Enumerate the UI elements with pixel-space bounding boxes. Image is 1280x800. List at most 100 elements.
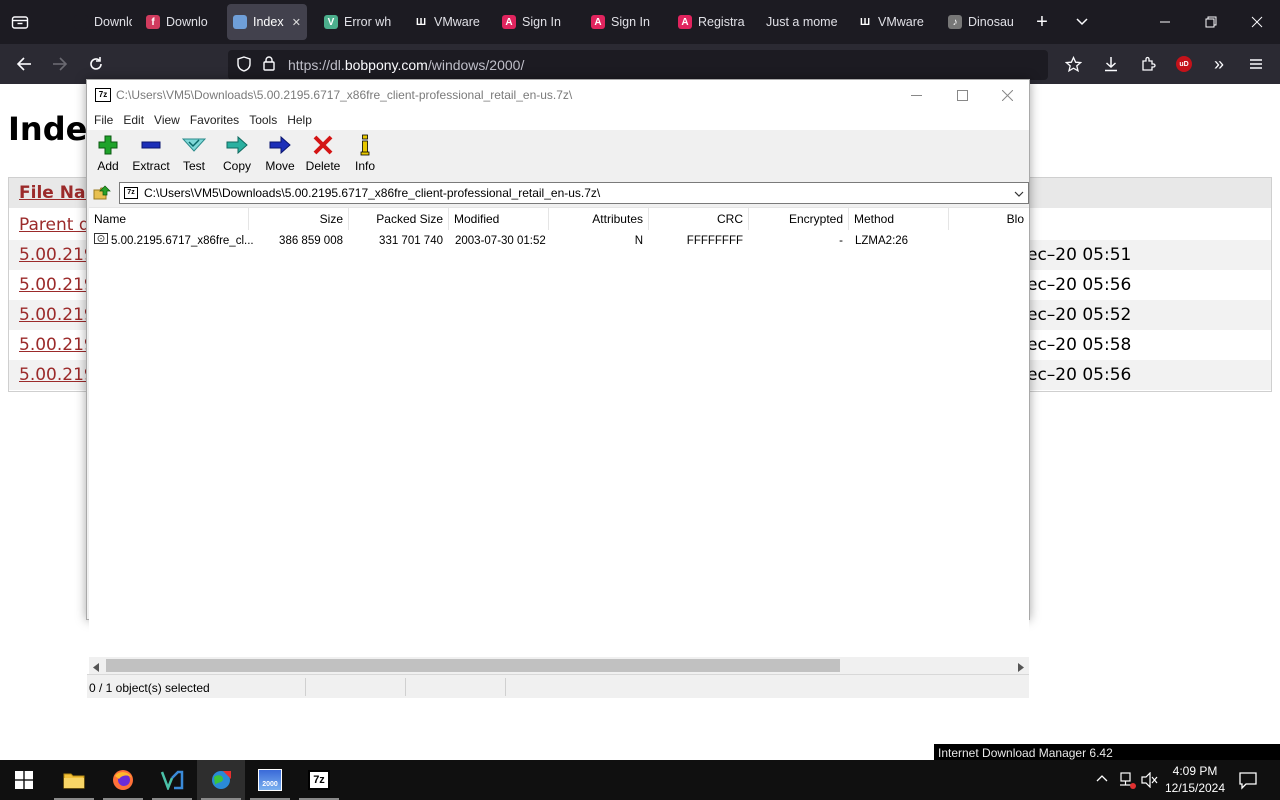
add-button[interactable]: Add [87,134,129,176]
new-tab-icon[interactable]: + [1030,10,1054,34]
listing-link[interactable]: 5.00.219 [19,275,95,295]
tab-8[interactable]: A Registra [672,4,756,40]
windows-2000-icon: 2000 [258,769,282,791]
idm-globe-icon [212,771,231,789]
windows-logo-icon [15,771,33,789]
tab-favicon-icon: A [591,15,605,29]
hamburger-menu-icon[interactable] [1243,52,1269,76]
sevenzip-taskbar-button[interactable]: 7z [295,760,343,800]
column-method[interactable]: Method [849,208,949,230]
menu-file[interactable]: File [94,113,113,127]
tab-favicon-icon: ♪ [948,15,962,29]
lock-icon[interactable] [263,56,281,74]
tab-1[interactable]: Downlo [68,4,132,40]
scroll-left-icon[interactable] [93,661,100,675]
tab-11[interactable]: ♪ Dinosau [942,4,1026,40]
idm-taskbar-button[interactable] [197,760,245,800]
ublock-icon[interactable]: uD [1171,52,1197,76]
tab-4[interactable]: V Error wh [318,4,402,40]
column-encrypted[interactable]: Encrypted [749,208,849,230]
tab-6[interactable]: A Sign In [496,4,580,40]
column-attributes[interactable]: Attributes [549,208,649,230]
notifications-icon[interactable] [1238,770,1258,793]
listing-link[interactable]: 5.00.219 [19,245,95,265]
listing-link[interactable]: 5.00.219 [19,365,95,385]
listing-date: ec–20 05:56 [1027,365,1132,385]
volume-muted-icon[interactable] [1140,771,1158,791]
column-packed-size[interactable]: Packed Size [349,208,449,230]
menu-edit[interactable]: Edit [123,113,144,127]
column-block[interactable]: Blo [949,208,1029,230]
menu-favorites[interactable]: Favorites [190,113,239,127]
horizontal-scrollbar[interactable] [89,657,1029,674]
tab-favicon-icon [233,15,247,29]
listing-link[interactable]: 5.00.219 [19,335,95,355]
sevenzip-status-bar: 0 / 1 object(s) selected [87,674,1029,698]
scrollbar-thumb[interactable] [106,659,840,672]
tab-label: Registra [698,15,745,29]
bookmark-star-icon[interactable] [1060,52,1086,76]
tab-overview-icon[interactable] [8,10,32,34]
column-modified[interactable]: Modified [449,208,549,230]
windows-2000-taskbar-button[interactable]: 2000 [246,760,294,800]
sevenzip-window-title: C:\Users\VM5\Downloads\5.00.2195.6717_x8… [116,88,573,102]
tab-list-chevron-icon[interactable] [1070,10,1094,34]
copy-arrow-icon [226,135,248,155]
close-icon[interactable] [984,80,1030,110]
firefox-taskbar-button[interactable] [99,760,147,800]
restore-icon[interactable] [1199,10,1223,34]
listing-link[interactable]: 5.00.219 [19,305,95,325]
browser-tab-bar: Downlo f Downlo Index ✕ V Error wh Ш VMware A Sign… [0,0,1280,44]
shield-icon[interactable] [237,55,255,75]
tab-favicon-icon: A [502,15,516,29]
tab-9[interactable]: Just a mome [760,4,846,40]
extensions-icon[interactable] [1135,52,1161,76]
file-modified: 2003-07-30 01:52 [455,235,546,247]
move-button[interactable]: Move [259,134,301,176]
test-button[interactable]: Test [173,134,215,176]
clock-time: 4:09 PM [1172,764,1218,778]
visual-studio-taskbar-button[interactable] [148,760,196,800]
minimize-icon[interactable] [893,80,939,110]
menu-tools[interactable]: Tools [249,113,277,127]
tab-5[interactable]: Ш VMware [408,4,492,40]
back-arrow-icon[interactable] [11,52,37,76]
minimize-icon[interactable] [1153,10,1177,34]
column-name[interactable]: Name [89,208,249,230]
reload-icon[interactable] [83,52,109,76]
tab-favicon-icon: f [146,15,160,29]
scroll-right-icon[interactable] [1017,661,1024,675]
up-folder-icon[interactable] [93,184,111,202]
menu-view[interactable]: View [154,113,180,127]
tab-3[interactable]: Index ✕ [227,4,307,40]
taskbar-clock[interactable]: 4:09 PM 12/15/2024 [1158,763,1232,797]
sevenzip-file-list[interactable]: Name Size Packed Size Modified Attribute… [89,207,1029,657]
tab-close-icon[interactable]: ✕ [292,16,301,29]
tab-2[interactable]: f Downlo [140,4,220,40]
forward-arrow-icon[interactable] [47,52,73,76]
delete-button[interactable]: Delete [302,134,344,176]
download-icon[interactable] [1098,52,1124,76]
tab-7[interactable]: A Sign In [585,4,669,40]
info-button[interactable]: Info [344,134,386,176]
archive-7z-icon: 7z [124,187,138,199]
menu-help[interactable]: Help [287,113,312,127]
start-button[interactable] [0,760,48,800]
extract-button[interactable]: Extract [130,134,172,176]
network-icon[interactable] [1118,771,1136,792]
close-icon[interactable] [1245,10,1269,34]
column-size[interactable]: Size [249,208,349,230]
column-crc[interactable]: CRC [649,208,749,230]
address-dropdown-chevron-icon[interactable] [1014,187,1024,201]
url-bar[interactable]: https://dl.bobpony.com/windows/2000/ [228,50,1048,80]
listing-link[interactable]: Parent d [19,215,90,235]
overflow-chevron-icon[interactable]: » [1206,52,1232,76]
taskbar: 2000 7z 4:09 PM 12/15/2024 [0,760,1280,800]
tray-expand-chevron-icon[interactable] [1095,772,1109,786]
sevenzip-title-bar[interactable]: 7z C:\Users\VM5\Downloads\5.00.2195.6717… [87,80,1029,110]
sevenzip-address-field[interactable]: 7z C:\Users\VM5\Downloads\5.00.2195.6717… [119,182,1029,204]
file-explorer-taskbar-button[interactable] [50,760,98,800]
tab-10[interactable]: Ш VMware [852,4,936,40]
maximize-icon[interactable] [939,80,985,110]
copy-button[interactable]: Copy [216,134,258,176]
